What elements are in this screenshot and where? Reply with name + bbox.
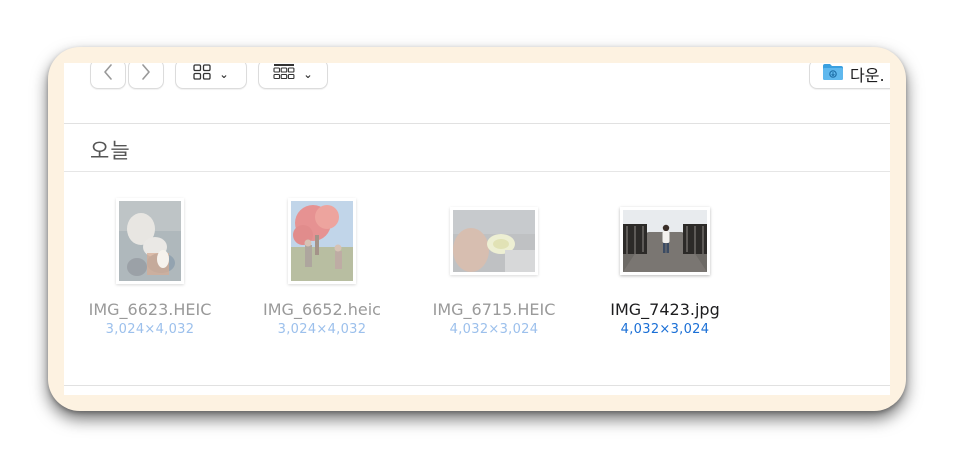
file-item[interactable]: IMG_6715.HEIC 4,032×3,024 [409,195,579,337]
file-item-selected[interactable]: IMG_7423.jpg 4,032×3,024 [580,195,750,337]
file-item[interactable]: IMG_6623.HEIC 3,024×4,032 [65,195,235,337]
image-thumbnail [288,198,356,284]
toolbar: ⌄ ⌄ 다운. [64,63,890,124]
grid-icon [193,64,212,84]
gallery-grid-icon [273,63,295,85]
file-dimensions: 4,032×3,024 [449,322,539,337]
back-button[interactable] [90,63,126,89]
chevron-left-icon [103,64,113,84]
thumbnail [237,195,407,287]
file-dimensions: 3,024×4,032 [277,322,367,337]
file-dimensions: 4,032×3,024 [620,322,710,337]
folder-download-icon [822,63,844,85]
file-name: IMG_7423.jpg [610,300,720,319]
finder-window: ⌄ ⌄ 다운. 오늘 IMG_6623.HEIC 3,024×4,032 IMG… [64,63,890,395]
image-thumbnail [116,198,184,284]
thumbnail [580,195,750,287]
chevron-right-icon [141,64,151,84]
location-label: 다운. [850,66,885,85]
thumbnail [65,195,235,287]
file-name: IMG_6715.HEIC [432,300,556,319]
group-by-button[interactable]: ⌄ [258,63,328,89]
divider [64,385,890,386]
file-name: IMG_6623.HEIC [88,300,212,319]
forward-button[interactable] [128,63,164,89]
screenshot-stage: ⌄ ⌄ 다운. 오늘 IMG_6623.HEIC 3,024×4,032 IMG… [0,0,966,473]
image-thumbnail [620,207,710,275]
file-name: IMG_6652.heic [263,300,381,319]
chevron-down-icon: ⌄ [303,67,313,81]
file-item[interactable]: IMG_6652.heic 3,024×4,032 [237,195,407,337]
image-thumbnail [450,207,538,275]
window-frame: ⌄ ⌄ 다운. 오늘 IMG_6623.HEIC 3,024×4,032 IMG… [48,47,906,411]
chevron-down-icon: ⌄ [219,67,229,81]
section-header: 오늘 [64,123,890,172]
file-dimensions: 3,024×4,032 [105,322,195,337]
view-as-icons-button[interactable]: ⌄ [175,63,247,89]
location-button[interactable]: 다운. [809,63,890,89]
thumbnail [409,195,579,287]
section-title: 오늘 [90,139,131,163]
